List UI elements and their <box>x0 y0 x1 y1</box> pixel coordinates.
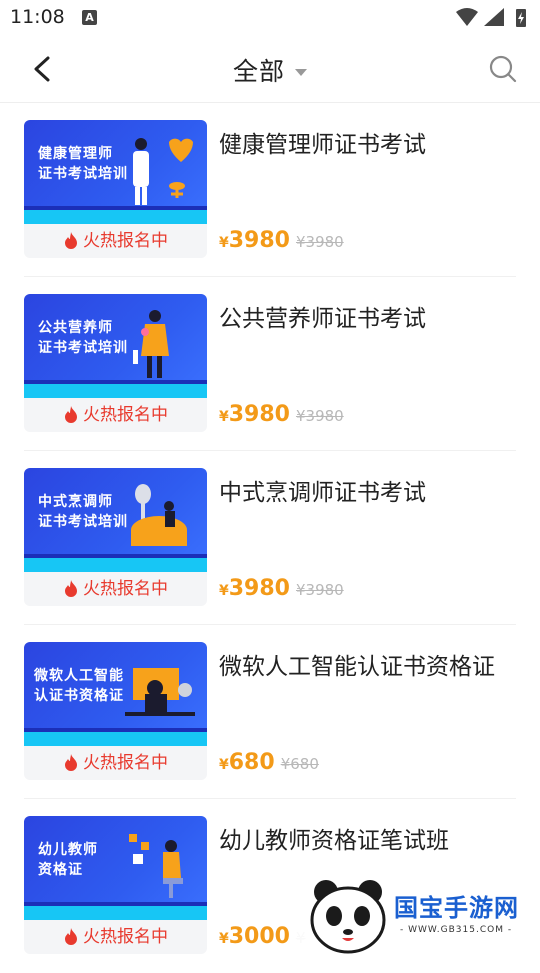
course-item[interactable]: 中式烹调师 证书考试培训 火热报名中 中式烹调师证书考试 ¥3980 ¥3980 <box>0 451 540 625</box>
original-price: ¥3980 <box>295 407 344 425</box>
panda-logo-icon <box>310 880 386 954</box>
currency-symbol: ¥ <box>219 931 229 947</box>
banner-line-2: 证书考试培训 <box>38 514 128 530</box>
signal-icon <box>484 8 504 26</box>
original-price: ¥680 <box>280 755 319 773</box>
flame-icon <box>65 232 77 249</box>
original-price: ¥3980 <box>295 581 344 599</box>
banner-line-1: 健康管理师 <box>38 146 113 162</box>
course-item[interactable]: 公共营养师 证书考试培训 火热报名中 公共营养师证书考试 ¥3980 ¥3980 <box>0 277 540 451</box>
category-dropdown[interactable]: 全部 <box>0 52 540 88</box>
status-icons <box>456 8 526 27</box>
course-banner: 中式烹调师 证书考试培训 <box>24 468 207 572</box>
flame-icon <box>65 754 77 771</box>
banner-line-1: 幼儿教师 <box>38 842 98 858</box>
banner-line-1: 微软人工智能 <box>34 668 124 684</box>
banner-line-2: 证书考试培训 <box>38 166 128 182</box>
banner-line-2: 证书考试培训 <box>38 340 128 356</box>
current-price: 3000 <box>228 924 290 949</box>
hot-registration-tag: 火热报名中 <box>24 398 207 432</box>
banner-line-2: 资格证 <box>38 862 83 878</box>
wifi-icon <box>456 8 478 26</box>
course-thumbnail: 中式烹调师 证书考试培训 火热报名中 <box>24 468 207 606</box>
notification-icon: A <box>82 10 97 25</box>
nutritionist-illustration <box>133 310 169 378</box>
banner-line-2: 认证书资格证 <box>34 688 124 704</box>
price-row: ¥3980 ¥3980 <box>219 402 344 432</box>
banner-text: 微软人工智能 认证书资格证 <box>34 666 124 706</box>
hot-tag-label: 火热报名中 <box>83 579 168 599</box>
banner-text: 中式烹调师 证书考试培训 <box>38 492 128 532</box>
flame-icon <box>65 580 77 597</box>
current-price: 3980 <box>228 576 290 601</box>
course-banner: 幼儿教师 资格证 <box>24 816 207 920</box>
site-watermark: 国宝手游网 - WWW.GB315.COM - <box>296 870 540 960</box>
course-banner: 微软人工智能 认证书资格证 <box>24 642 207 746</box>
course-list: 健康管理师 证书考试培训 火热报名中 健康管理师证书考试 ¥3980 ¥3980… <box>0 103 540 973</box>
current-price: 3980 <box>228 228 290 253</box>
currency-symbol: ¥ <box>219 583 229 599</box>
price-row: ¥3980 ¥3980 <box>219 228 344 258</box>
course-banner: 公共营养师 证书考试培训 <box>24 294 207 398</box>
course-banner: 健康管理师 证书考试培训 <box>24 120 207 224</box>
hot-registration-tag: 火热报名中 <box>24 572 207 606</box>
status-time: 11:08 <box>10 6 65 28</box>
banner-text: 健康管理师 证书考试培训 <box>38 144 128 184</box>
watermark-name: 国宝手游网 <box>394 894 519 922</box>
course-thumbnail: 微软人工智能 认证书资格证 火热报名中 <box>24 642 207 780</box>
current-price: 3980 <box>228 402 290 427</box>
hot-tag-label: 火热报名中 <box>83 753 168 773</box>
watermark-url: - WWW.GB315.COM - <box>400 925 513 935</box>
course-thumbnail: 健康管理师 证书考试培训 火热报名中 <box>24 120 207 258</box>
course-title: 健康管理师证书考试 <box>219 132 426 158</box>
search-button[interactable] <box>488 54 518 84</box>
banner-text: 幼儿教师 资格证 <box>38 840 98 880</box>
doctor-illustration <box>133 138 193 205</box>
teacher-illustration <box>129 834 183 898</box>
hot-tag-label: 火热报名中 <box>83 231 168 251</box>
price-row: ¥680 ¥680 <box>219 750 319 780</box>
hot-tag-label: 火热报名中 <box>83 405 168 425</box>
course-title: 中式烹调师证书考试 <box>219 480 426 506</box>
price-row: ¥3980 ¥3980 <box>219 576 344 606</box>
search-icon <box>489 55 517 83</box>
hot-registration-tag: 火热报名中 <box>24 920 207 954</box>
price-row: ¥3000¥ <box>219 924 306 954</box>
hot-tag-label: 火热报名中 <box>83 927 168 947</box>
banner-line-1: 中式烹调师 <box>38 494 113 510</box>
course-item[interactable]: 微软人工智能 认证书资格证 火热报名中 微软人工智能认证书资格证 ¥680 ¥68… <box>0 625 540 799</box>
original-price: ¥3980 <box>295 233 344 251</box>
currency-symbol: ¥ <box>219 757 229 773</box>
hot-registration-tag: 火热报名中 <box>24 746 207 780</box>
flame-icon <box>65 928 77 945</box>
course-title: 微软人工智能认证书资格证 <box>219 654 495 680</box>
banner-text: 公共营养师 证书考试培训 <box>38 318 128 358</box>
ai-workstation-illustration <box>125 668 195 716</box>
currency-symbol: ¥ <box>219 235 229 251</box>
chef-illustration <box>131 484 187 546</box>
course-item[interactable]: 健康管理师 证书考试培训 火热报名中 健康管理师证书考试 ¥3980 ¥3980 <box>0 103 540 277</box>
course-thumbnail: 公共营养师 证书考试培训 火热报名中 <box>24 294 207 432</box>
course-thumbnail: 幼儿教师 资格证 火热报名中 <box>24 816 207 954</box>
flame-icon <box>65 406 77 423</box>
status-bar: 11:08 A <box>0 0 540 36</box>
top-bar: 全部 <box>0 36 540 103</box>
current-price: 680 <box>228 750 275 775</box>
course-title: 幼儿教师资格证笔试班 <box>219 828 449 854</box>
hot-registration-tag: 火热报名中 <box>24 224 207 258</box>
page-title: 全部 <box>232 57 285 86</box>
banner-line-1: 公共营养师 <box>38 320 113 336</box>
course-title: 公共营养师证书考试 <box>219 306 426 332</box>
caret-down-icon <box>295 69 307 76</box>
currency-symbol: ¥ <box>219 409 229 425</box>
